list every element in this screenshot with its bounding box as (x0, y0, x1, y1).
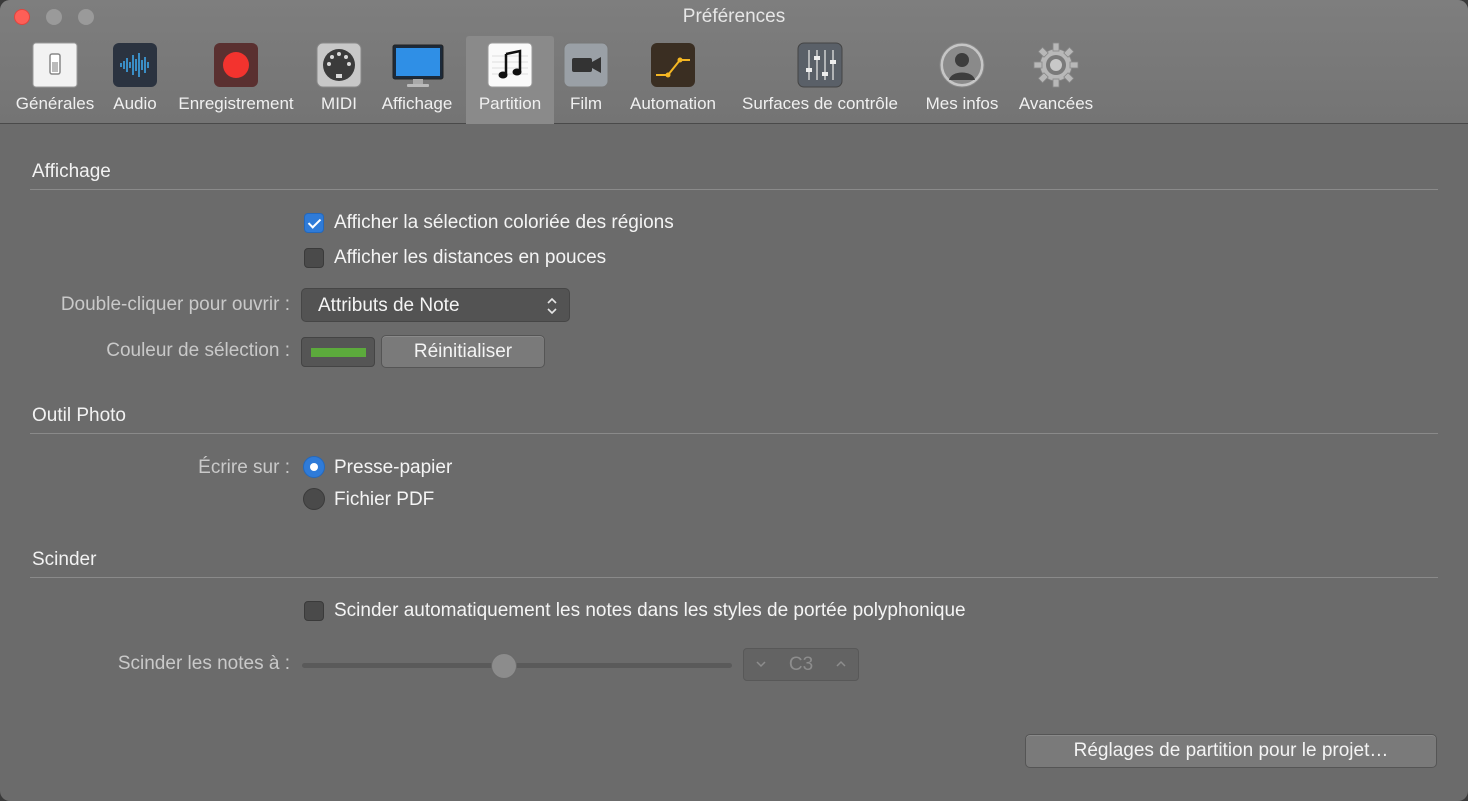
tab-label: Audio (113, 94, 157, 113)
tab-partition[interactable]: Partition (466, 36, 554, 124)
tab-generales[interactable]: Générales (6, 36, 104, 124)
automation-curve-icon (651, 43, 695, 87)
tab-label: Film (569, 94, 603, 113)
double-click-value: Attributs de Note (318, 295, 460, 316)
tab-automation[interactable]: Automation (622, 36, 724, 124)
record-icon (214, 43, 258, 87)
split-at-label: Scinder les notes à : (117, 653, 290, 674)
selection-color-label: Couleur de sélection : (106, 340, 290, 361)
midi-connector-icon (316, 42, 362, 88)
up-down-chevron-icon (547, 297, 557, 315)
section-title-scinder: Scinder (32, 549, 97, 570)
tab-mes-infos[interactable]: Mes infos (918, 36, 1006, 124)
gear-icon (1033, 42, 1079, 88)
tab-label: Enregistrement (178, 94, 294, 113)
section-title-affichage: Affichage (32, 161, 111, 182)
chevron-up-icon[interactable] (834, 657, 848, 671)
double-click-popup[interactable]: Attributs de Note (301, 288, 570, 322)
show-inch-distances-checkbox[interactable] (304, 248, 324, 268)
tab-label: Affichage (381, 94, 453, 113)
show-colored-selection-label[interactable]: Afficher la sélection coloriée des régio… (334, 212, 674, 234)
selection-color-fill (311, 348, 366, 357)
tab-avancees[interactable]: Avancées (1012, 36, 1100, 124)
tab-label: Avancées (1018, 94, 1094, 113)
show-colored-selection-checkbox[interactable] (304, 213, 324, 233)
audio-waveform-icon (113, 43, 157, 87)
tab-label: Surfaces de contrôle (742, 94, 898, 113)
preferences-window: Préférences Générales Audio Enregistreme… (0, 0, 1468, 801)
write-to-clipboard-radio[interactable] (303, 456, 325, 478)
tab-surfaces-de-controle[interactable]: Surfaces de contrôle (730, 36, 910, 124)
tab-label: Partition (478, 94, 542, 113)
project-score-settings-button[interactable]: Réglages de partition pour le projet… (1025, 734, 1437, 768)
tab-midi[interactable]: MIDI (312, 36, 366, 124)
write-to-label: Écrire sur : (198, 457, 290, 478)
tab-label: Automation (630, 94, 716, 113)
general-switch-icon (32, 42, 78, 88)
reset-color-button[interactable]: Réinitialiser (381, 335, 545, 368)
write-to-clipboard-label[interactable]: Presse-papier (334, 457, 452, 479)
section-divider (30, 577, 1438, 578)
toolbar: Préférences Générales Audio Enregistreme… (0, 0, 1468, 124)
split-note-stepper[interactable]: C3 (743, 648, 859, 681)
user-silhouette-icon (939, 42, 985, 88)
tab-affichage[interactable]: Affichage (372, 36, 462, 124)
music-note-icon (487, 42, 533, 88)
section-divider (30, 189, 1438, 190)
split-note-slider-knob[interactable] (491, 653, 518, 679)
show-inch-distances-label[interactable]: Afficher les distances en pouces (334, 247, 606, 269)
tab-audio[interactable]: Audio (106, 36, 164, 124)
tab-label: Mes infos (925, 94, 999, 113)
window-title: Préférences (682, 6, 786, 27)
selection-color-well[interactable] (301, 337, 375, 367)
double-click-label: Double-cliquer pour ouvrir : (60, 294, 290, 315)
tab-label: Générales (15, 94, 95, 113)
auto-split-checkbox[interactable] (304, 601, 324, 621)
section-title-outil-photo: Outil Photo (32, 405, 126, 426)
auto-split-label[interactable]: Scinder automatiquement les notes dans l… (334, 600, 966, 622)
faders-icon (797, 42, 843, 88)
tab-label: MIDI (321, 94, 357, 113)
write-to-pdf-label[interactable]: Fichier PDF (334, 489, 434, 511)
display-monitor-icon (392, 44, 444, 87)
video-camera-icon (563, 42, 609, 88)
section-divider (30, 433, 1438, 434)
tab-film[interactable]: Film (562, 36, 610, 124)
write-to-pdf-radio[interactable] (303, 488, 325, 510)
tab-enregistrement[interactable]: Enregistrement (168, 36, 304, 124)
